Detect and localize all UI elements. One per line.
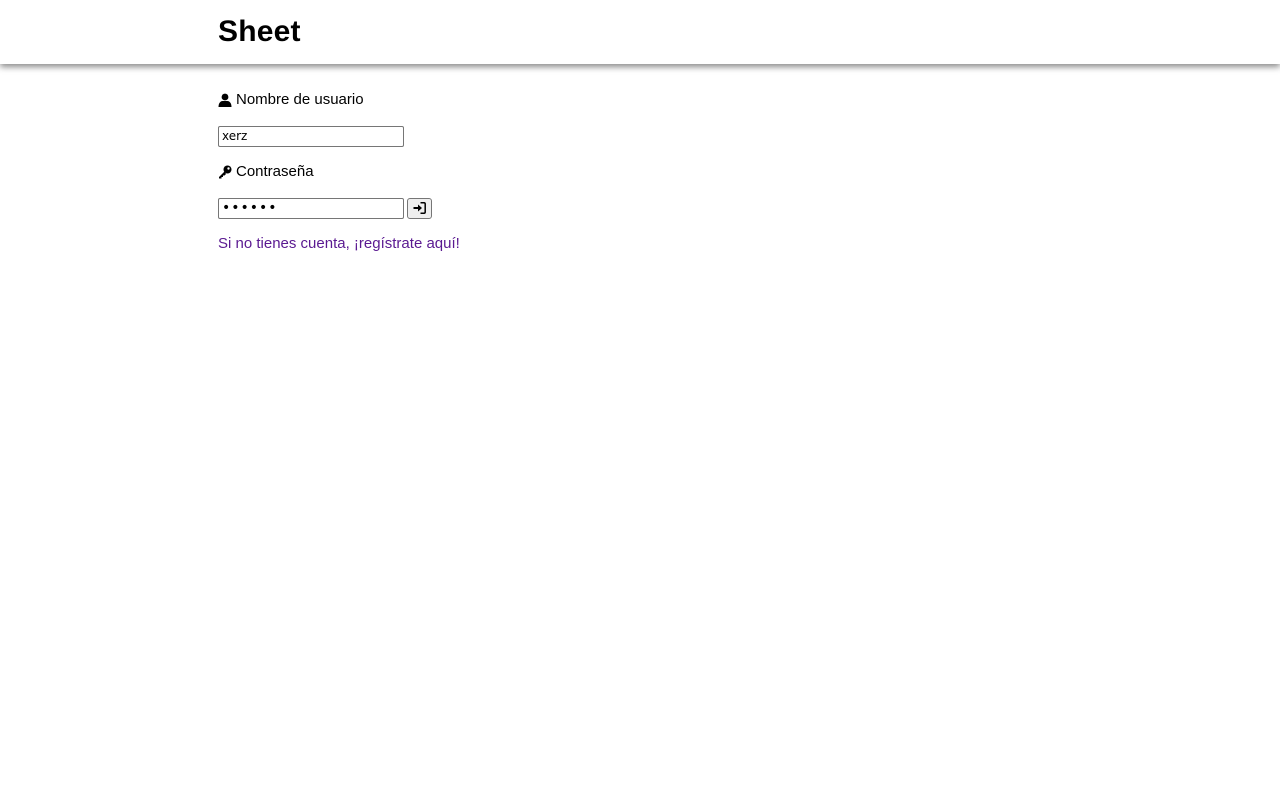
user-icon — [218, 93, 232, 107]
top-bar: Sheet — [0, 0, 1280, 64]
key-icon — [218, 165, 232, 179]
username-label-text: Nombre de usuario — [236, 91, 364, 108]
username-input[interactable] — [218, 125, 404, 147]
password-label: Contraseña — [218, 160, 818, 184]
password-row — [218, 196, 818, 220]
app-title: Sheet — [218, 15, 301, 48]
username-label: Nombre de usuario — [218, 88, 818, 112]
sign-in-icon — [413, 202, 426, 214]
username-row — [218, 124, 818, 148]
login-form: Nombre de usuario Contraseña Si no tiene… — [218, 88, 818, 256]
password-input[interactable] — [218, 197, 404, 219]
register-link[interactable]: Si no tienes cuenta, ¡regístrate aquí! — [218, 232, 460, 256]
login-button[interactable] — [407, 197, 432, 219]
password-label-text: Contraseña — [236, 163, 314, 180]
